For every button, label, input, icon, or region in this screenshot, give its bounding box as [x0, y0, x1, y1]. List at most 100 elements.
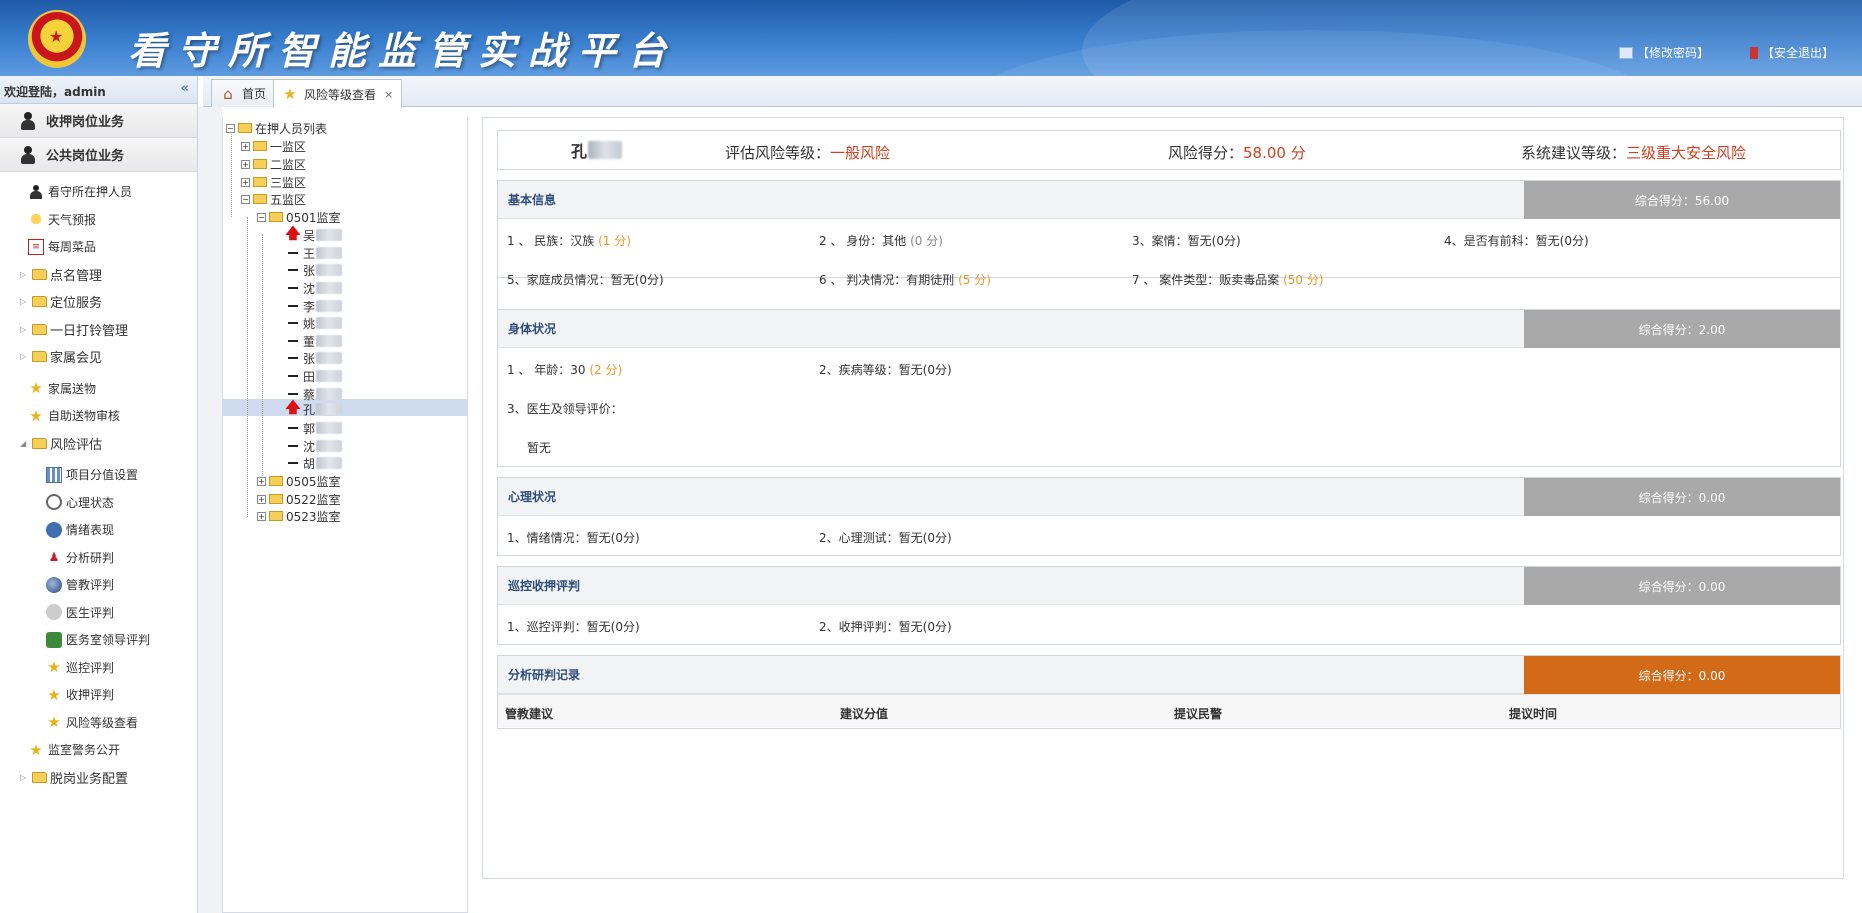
sidebar-item-family-delivery[interactable]: ★ 家属送物 — [0, 375, 197, 403]
collapse-icon[interactable]: − — [241, 194, 250, 204]
risk-level: 评估风险等级：一般风险 — [725, 142, 890, 163]
tab-risk-level-view[interactable]: ★ 风险等级查看 × — [273, 79, 403, 108]
sidebar-item-label: 医生评判 — [66, 605, 115, 620]
sidebar-item-self-delivery[interactable]: ★ 自助送物审核 — [0, 402, 197, 430]
sidebar-item-location[interactable]: ▷ 定位服务 — [0, 288, 197, 316]
section-physical: 身体状况 综合得分：2.00 1 、 年龄：30 (2 分) 2、疾病等级：暂无… — [497, 309, 1841, 467]
field-age: 1 、 年龄：30 (2 分) — [507, 361, 622, 378]
sidebar-item-off-post-config[interactable]: ▷ 脱岗业务配置 — [0, 764, 197, 792]
suggested-level-label: 系统建议等级： — [1521, 144, 1627, 162]
tree-person[interactable]: 张 — [285, 261, 343, 279]
tree-person-selected[interactable]: 🡅 孔 — [285, 398, 343, 418]
collapse-sidebar-icon[interactable]: « — [181, 81, 189, 96]
field-score: (0 分) — [910, 234, 943, 248]
expand-icon[interactable]: + — [257, 511, 266, 521]
tree-area[interactable]: + 二监区 — [241, 155, 306, 173]
tree-person[interactable]: 田 — [285, 367, 343, 385]
collapse-icon[interactable]: − — [257, 212, 266, 222]
sidebar-item-detainees[interactable]: 看守所在押人员 — [0, 178, 197, 206]
sidebar: 欢迎登陆，admin « 收押岗位业务 公共岗位业务 看守所在押人员 天气预报 … — [0, 76, 198, 913]
person-name: 张 — [303, 263, 316, 278]
tree-person[interactable]: 李 — [285, 297, 343, 315]
sidebar-nav: 看守所在押人员 天气预报 ≡ 每周菜品 ▷ 点名管理 ▷ 定位服务 ▷ 一日打铃管理 ▷… — [0, 172, 197, 791]
leaf-dash-icon — [288, 252, 298, 254]
sidebar-item-weekly-menu[interactable]: ≡ 每周菜品 — [0, 233, 197, 261]
sidebar-item-label: 医务室领导评判 — [66, 633, 151, 648]
section-header: 基本信息 综合得分：56.00 — [498, 181, 1840, 219]
accordion-intake-duty[interactable]: 收押岗位业务 — [0, 104, 197, 138]
sidebar-item-rollcall[interactable]: ▷ 点名管理 — [0, 261, 197, 289]
sidebar-item-analysis[interactable]: ♟ 分析研判 — [0, 544, 197, 572]
tree-room[interactable]: +0523监室 — [257, 507, 341, 525]
sidebar-item-risk-assessment[interactable]: ◢ 风险评估 — [0, 430, 197, 458]
doctor-icon — [46, 604, 62, 621]
logout-link[interactable]: 【安全退出】 — [1750, 44, 1834, 61]
tree-person[interactable]: 沈 — [285, 437, 343, 455]
expand-icon[interactable]: + — [257, 476, 266, 486]
expand-icon[interactable]: + — [241, 159, 250, 169]
tab-home[interactable]: ⌂ 首页 — [211, 79, 276, 107]
section-header: 身体状况 综合得分：2.00 — [498, 310, 1840, 348]
face-icon — [46, 521, 62, 538]
sidebar-item-cell-affairs[interactable]: ★ 监室警务公开 — [0, 736, 197, 764]
redacted-name — [316, 403, 343, 415]
tree-person[interactable]: 姚 — [285, 314, 343, 332]
sidebar-header: 欢迎登陆，admin « — [0, 76, 197, 104]
sidebar-item-intake-review[interactable]: ★ 收押评判 — [0, 681, 197, 709]
sidebar-item-label: 看守所在押人员 — [48, 185, 133, 200]
sidebar-item-label: 监室警务公开 — [48, 743, 121, 758]
column-header: 提议时间 — [1509, 707, 1558, 721]
tree-person[interactable]: 张 — [285, 349, 343, 367]
column-header: 提议民警 — [1174, 707, 1223, 721]
sidebar-item-score-settings[interactable]: 项目分值设置 — [0, 461, 197, 489]
expand-icon[interactable]: + — [241, 177, 250, 187]
change-password-link[interactable]: 【修改密码】 — [1619, 44, 1709, 61]
sidebar-item-patrol-review[interactable]: ★ 巡控评判 — [0, 654, 197, 682]
sidebar-item-family-visit[interactable]: ▷ 家属会见 — [0, 343, 197, 371]
accordion-public-duty[interactable]: 公共岗位业务 — [0, 138, 197, 172]
close-tab-icon[interactable]: × — [384, 88, 393, 101]
tree-area[interactable]: − 五监区 — [241, 190, 306, 208]
sidebar-item-doctor-review[interactable]: 医生评判 — [0, 599, 197, 627]
tree-area[interactable]: + 一监区 — [241, 137, 306, 155]
tree-person[interactable]: 王 — [285, 244, 343, 262]
tree-person[interactable]: 郭 — [285, 419, 343, 437]
star-icon: ★ — [283, 85, 297, 103]
sidebar-item-warden-review[interactable]: 管教评判 — [0, 571, 197, 599]
section-header: 巡控收押评判 综合得分：0.00 — [498, 567, 1840, 605]
tree-person[interactable]: 沈 — [285, 279, 343, 297]
police-emblem-icon: ★ — [28, 10, 86, 68]
sidebar-item-clinic-leader-review[interactable]: 医务室领导评判 — [0, 626, 197, 654]
sidebar-item-bell[interactable]: ▷ 一日打铃管理 — [0, 316, 197, 344]
folder-icon — [253, 141, 267, 151]
sidebar-item-risk-level-view[interactable]: ★ 风险等级查看 — [0, 709, 197, 737]
tree-room[interactable]: +0505监室 — [257, 472, 341, 490]
tree-person[interactable]: 董 — [285, 332, 343, 350]
tree-root[interactable]: − 在押人员列表 — [226, 119, 327, 137]
field-intake-review: 2、收押评判：暂无(0分) — [819, 620, 952, 634]
star-icon: ★ — [29, 379, 43, 398]
sidebar-item-weather[interactable]: 天气预报 — [0, 206, 197, 234]
tree-label: 0522监室 — [286, 492, 341, 507]
leaf-dash-icon — [288, 322, 298, 324]
folder-icon — [32, 323, 47, 335]
sidebar-item-label: 家属送物 — [48, 381, 97, 396]
field-patrol-review: 1、巡控评判：暂无(0分) — [507, 620, 640, 634]
sidebar-item-mental-state[interactable]: 心理状态 — [0, 489, 197, 517]
sidebar-item-label: 自助送物审核 — [48, 409, 121, 424]
field-score: (2 分) — [589, 363, 623, 377]
tree-person[interactable]: 胡 — [285, 454, 343, 472]
collapse-icon[interactable]: − — [226, 123, 235, 133]
tree-person[interactable]: 🡅 吴 — [285, 224, 343, 244]
tree-area[interactable]: + 三监区 — [241, 173, 306, 191]
expand-icon[interactable]: + — [241, 141, 250, 151]
sidebar-item-emotion[interactable]: 情绪表现 — [0, 516, 197, 544]
splitter[interactable] — [198, 107, 222, 913]
expand-icon[interactable]: + — [257, 494, 266, 504]
redacted-name — [316, 300, 343, 312]
person-name: 吴 — [303, 228, 316, 243]
folder-open-icon — [253, 194, 267, 204]
tree-room[interactable]: +0522监室 — [257, 490, 341, 508]
section-basic-info: 基本信息 综合得分：56.00 1 、 民族：汉族 (1 分) 2 、 身份：其… — [497, 180, 1841, 287]
menu-icon: ≡ — [28, 238, 44, 255]
